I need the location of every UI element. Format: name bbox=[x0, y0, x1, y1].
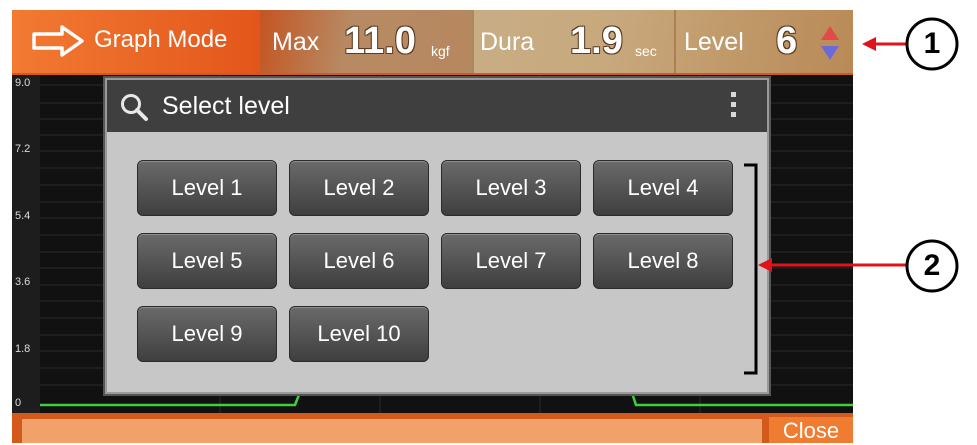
callout-number-1: 1 bbox=[923, 27, 941, 60]
bracket bbox=[744, 163, 758, 375]
annotation-overlay bbox=[744, 17, 959, 375]
callout-number-2: 2 bbox=[923, 249, 941, 282]
